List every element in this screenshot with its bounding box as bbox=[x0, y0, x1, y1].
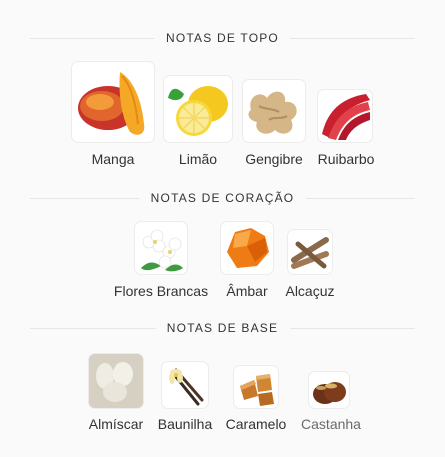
ginger-icon[interactable] bbox=[243, 80, 305, 142]
item-label: Limão bbox=[178, 151, 218, 167]
amber-icon[interactable] bbox=[221, 222, 273, 274]
musk-icon[interactable] bbox=[89, 354, 143, 408]
chestnut-icon[interactable] bbox=[309, 372, 349, 408]
item-label: Âmbar bbox=[226, 283, 268, 299]
base-notes-section: NOTAS DE BASE Almíscar Baunilha Caramelo… bbox=[0, 305, 445, 457]
top-notes-section: NOTAS DE TOPO Manga Limão Gengibre Ruiba… bbox=[0, 0, 445, 175]
caramel-icon[interactable] bbox=[234, 366, 278, 408]
mango-icon[interactable] bbox=[72, 62, 154, 142]
heart-notes-heading: NOTAS DE CORAÇÃO bbox=[138, 191, 307, 205]
vanilla-icon[interactable] bbox=[162, 362, 208, 408]
item-label: Castanha bbox=[301, 416, 361, 432]
item-label: Flores Brancas bbox=[113, 283, 209, 299]
item-label: Ruibarbo bbox=[317, 151, 375, 167]
top-notes-heading: NOTAS DE TOPO bbox=[154, 31, 291, 45]
item-label: Caramelo bbox=[225, 416, 287, 432]
heart-notes-section: NOTAS DE CORAÇÃO Flores Brancas Âmbar Al… bbox=[0, 175, 445, 305]
rhubarb-icon[interactable] bbox=[318, 90, 372, 142]
item-label: Baunilha bbox=[157, 416, 213, 432]
white-flowers-icon[interactable] bbox=[135, 222, 187, 274]
item-label: Gengibre bbox=[245, 151, 303, 167]
item-label: Almíscar bbox=[88, 416, 144, 432]
licorice-icon[interactable] bbox=[288, 230, 332, 274]
item-label: Alcaçuz bbox=[285, 283, 335, 299]
base-notes-heading: NOTAS DE BASE bbox=[154, 321, 291, 335]
item-label: Manga bbox=[91, 151, 135, 167]
lemon-icon[interactable] bbox=[164, 76, 232, 142]
